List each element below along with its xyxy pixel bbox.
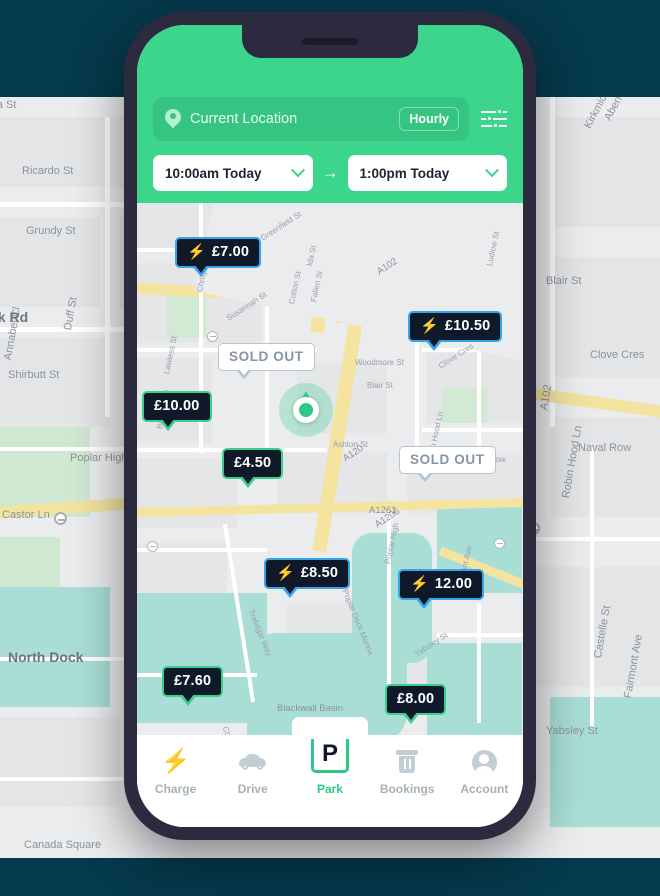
time-from-value: 10:00am Today xyxy=(165,165,262,181)
price-label: £10.00 xyxy=(154,398,200,414)
phone-notch xyxy=(242,25,418,58)
arrow-right-icon: → xyxy=(321,163,339,182)
chevron-down-icon xyxy=(484,163,500,178)
bg-label: Ricardo St xyxy=(22,165,74,177)
price-marker[interactable]: £8.00 xyxy=(385,684,447,724)
price-label: £8.50 xyxy=(300,565,339,582)
price-marker[interactable]: ⚡ £8.50 xyxy=(264,558,351,598)
nav-label: Bookings xyxy=(379,782,435,796)
bg-label: Yabsley St xyxy=(546,725,598,737)
bg-label: North Dock xyxy=(8,649,84,665)
filter-sliders-icon[interactable] xyxy=(481,107,507,130)
price-label: £10.50 xyxy=(444,318,491,335)
price-label: £7.00 xyxy=(211,244,250,261)
sold-out-marker[interactable]: SOLD OUT xyxy=(399,446,496,482)
nav-label: Park xyxy=(316,782,343,796)
lightning-bolt-icon: ⚡ xyxy=(276,564,295,582)
map-label: Ashton St xyxy=(333,440,368,449)
bg-label: Naval Row xyxy=(578,442,632,454)
background-bottom-band xyxy=(0,858,660,896)
nav-item-charge[interactable]: ⚡ Charge xyxy=(137,748,214,797)
price-label: £4.50 xyxy=(234,455,272,471)
lightning-bolt-icon: ⚡ xyxy=(160,748,191,775)
poi-marker xyxy=(54,512,67,525)
current-location-puck xyxy=(279,383,333,437)
earpiece-speaker xyxy=(302,38,358,45)
price-marker[interactable]: £7.60 xyxy=(162,666,224,706)
bg-label: Clove Cres xyxy=(590,349,645,361)
park-p-icon: P xyxy=(310,735,349,773)
lightning-bolt-icon: ⚡ xyxy=(187,243,206,261)
bg-label: Grundy St xyxy=(26,225,76,237)
sold-out-label: SOLD OUT xyxy=(410,452,485,467)
poi-marker xyxy=(494,538,505,549)
time-from-select[interactable]: 10:00am Today xyxy=(153,155,313,191)
price-marker[interactable]: £4.50 xyxy=(222,448,284,488)
calendar-icon xyxy=(396,750,419,774)
bottom-navigation: ⚡ Charge Drive P Park Bookings Account xyxy=(137,717,523,827)
price-marker[interactable]: ⚡ £10.50 xyxy=(408,311,503,351)
nav-label: Account xyxy=(460,782,509,796)
phone-screen: Current Location Hourly 10:00am Today → … xyxy=(137,25,523,827)
price-marker[interactable]: £10.00 xyxy=(142,391,212,431)
price-marker[interactable]: ⚡ 12.00 xyxy=(398,569,485,609)
phone-frame: Current Location Hourly 10:00am Today → … xyxy=(124,12,536,840)
price-marker[interactable]: ⚡ £7.00 xyxy=(175,237,262,277)
nav-item-park[interactable]: P Park xyxy=(291,717,368,796)
nav-item-account[interactable]: Account xyxy=(446,749,523,796)
price-label: £7.60 xyxy=(174,673,212,689)
nav-item-drive[interactable]: Drive xyxy=(214,749,291,796)
price-label: £8.00 xyxy=(397,691,435,707)
sold-out-label: SOLD OUT xyxy=(229,349,304,364)
nav-label: Charge xyxy=(154,782,197,796)
bg-label: Castor Ln xyxy=(2,509,50,521)
sold-out-marker[interactable]: SOLD OUT xyxy=(218,343,315,379)
price-label: 12.00 xyxy=(434,576,473,593)
car-icon xyxy=(239,753,267,770)
bg-label: ck Rd xyxy=(0,309,29,325)
map-label: Blackwall Basin xyxy=(277,703,343,714)
search-input[interactable]: Current Location Hourly xyxy=(153,97,469,141)
bg-label: Shirbutt St xyxy=(8,369,60,381)
chevron-down-icon xyxy=(290,163,305,178)
time-to-value: 1:00pm Today xyxy=(359,165,450,181)
nav-label: Drive xyxy=(237,782,268,796)
poi-marker xyxy=(147,541,158,552)
time-to-select[interactable]: 1:00pm Today xyxy=(347,155,507,191)
search-input-value: Current Location xyxy=(190,111,298,127)
map-pin-icon xyxy=(161,105,185,129)
nav-item-bookings[interactable]: Bookings xyxy=(369,749,446,796)
user-avatar-icon xyxy=(471,749,497,775)
bg-label: Blair St xyxy=(546,275,582,287)
lightning-bolt-icon: ⚡ xyxy=(410,575,429,593)
bg-label: Canada Square xyxy=(24,839,102,851)
map-label: Woodmore St xyxy=(355,358,404,367)
map-label: Blair St xyxy=(367,381,393,390)
bg-label: Poplar High xyxy=(70,452,128,464)
lightning-bolt-icon: ⚡ xyxy=(420,317,439,335)
poi-marker xyxy=(207,331,218,342)
bg-label: lia St xyxy=(0,99,17,111)
hourly-chip[interactable]: Hourly xyxy=(399,106,459,132)
